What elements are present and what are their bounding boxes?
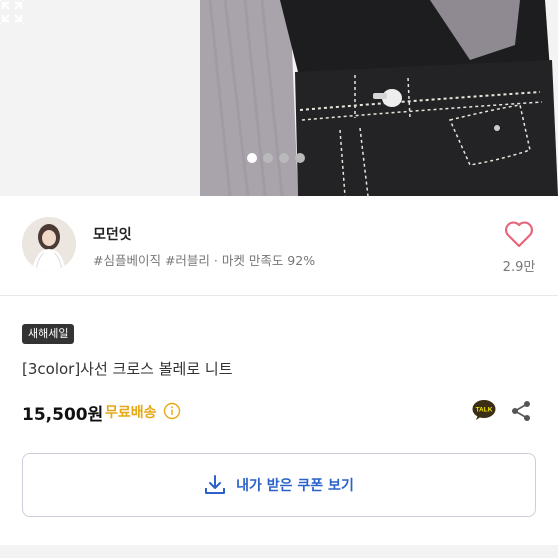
shop-avatar[interactable] xyxy=(22,217,76,271)
carousel-dot-2[interactable] xyxy=(263,153,273,163)
talk-icon-label: TALK xyxy=(476,407,493,414)
expand-icon[interactable] xyxy=(0,0,24,24)
sale-badge: 새해세일 xyxy=(22,324,75,344)
view-coupons-label: 내가 받은 쿠폰 보기 xyxy=(236,478,354,494)
product-price: 15,500원 xyxy=(22,405,104,425)
carousel-pagination[interactable] xyxy=(247,153,305,163)
shop-tags-satisfaction: #심플베이직 #러블리 · 마켓 만족도 92% xyxy=(93,253,316,268)
carousel-dot-4[interactable] xyxy=(295,153,305,163)
share-icon[interactable] xyxy=(510,400,532,422)
shop-avatar-image xyxy=(22,217,76,271)
product-title: [3color]사선 크로스 볼레로 니트 xyxy=(22,360,233,378)
shop-info[interactable]: 모던잇 #심플베이직 #러블리 · 마켓 만족도 92% 2.9만 xyxy=(0,196,558,296)
view-coupons-button[interactable]: 내가 받은 쿠폰 보기 xyxy=(22,453,536,517)
carousel-dot-3[interactable] xyxy=(279,153,289,163)
product-image[interactable] xyxy=(0,0,558,196)
carousel-dot-1[interactable] xyxy=(247,153,257,163)
info-icon[interactable] xyxy=(163,402,181,420)
heart-outline-icon[interactable] xyxy=(504,220,534,248)
shop-name[interactable]: 모던잇 xyxy=(93,224,132,244)
download-icon xyxy=(205,475,226,494)
kakao-talk-icon[interactable]: TALK xyxy=(472,399,496,421)
section-divider xyxy=(0,545,558,558)
like-count: 2.9만 xyxy=(502,260,536,275)
product-photo xyxy=(0,0,558,196)
free-shipping-label: 무료배송 xyxy=(105,405,157,421)
